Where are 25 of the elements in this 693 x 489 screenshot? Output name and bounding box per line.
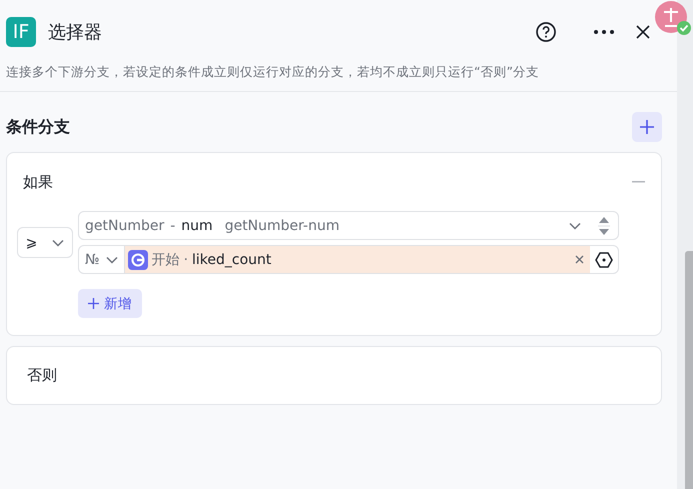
- chevron-down-icon: [569, 222, 581, 230]
- hexagon-icon[interactable]: [594, 250, 614, 270]
- add-condition-button[interactable]: 新增: [78, 289, 142, 318]
- help-icon[interactable]: [535, 21, 557, 43]
- plus-icon: [639, 119, 655, 135]
- logo: IF: [6, 17, 36, 47]
- panel-title: 选择器: [48, 21, 103, 44]
- branch-title: 如果: [23, 172, 53, 192]
- chevron-down-icon: [106, 256, 118, 264]
- close-icon[interactable]: [635, 24, 651, 40]
- left-value-select[interactable]: getNumber - num getNumber-num: [78, 211, 619, 240]
- operator-select[interactable]: ⩾: [17, 227, 73, 258]
- clear-icon[interactable]: [575, 255, 584, 264]
- more-icon[interactable]: [593, 29, 615, 35]
- scrollbar-thumb[interactable]: [685, 251, 693, 489]
- description: 连接多个下游分支，若设定的条件成立则仅运行对应的分支，若均不成立则只运行“否则”分支: [0, 64, 677, 92]
- section-title: 条件分支: [6, 116, 70, 138]
- right-value-field[interactable]: № 开始 · liked_count: [78, 245, 619, 274]
- branch-title: 否则: [27, 366, 57, 385]
- chevron-down-icon: [52, 238, 64, 246]
- type-label: №: [85, 252, 100, 268]
- plus-icon: [88, 298, 99, 309]
- variable-tag: 开始 · liked_count: [124, 246, 590, 273]
- node-icon: [128, 250, 148, 270]
- add-branch-button[interactable]: [632, 112, 662, 142]
